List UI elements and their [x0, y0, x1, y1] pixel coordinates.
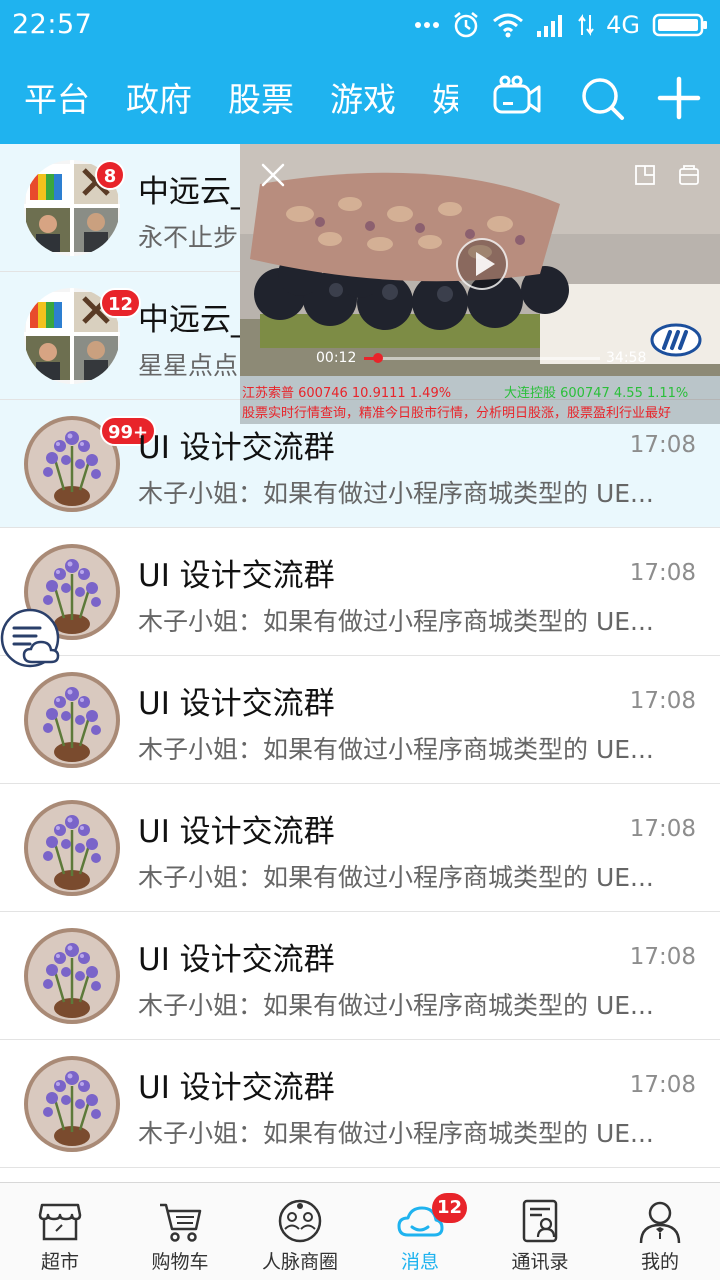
tab-label: 购物车 — [151, 1251, 209, 1273]
nav-tab-government[interactable]: 政府 — [126, 73, 192, 121]
chat-row[interactable]: UI 设计交流群 17:08 木子小姐：如果有做过小程序商城类型的 UE... — [0, 1040, 720, 1168]
wifi-icon — [493, 13, 524, 38]
nav-tab-stocks[interactable]: 股票 — [228, 73, 294, 121]
data-arrows-icon — [578, 14, 594, 36]
profile-icon — [639, 1201, 681, 1244]
chat-time: 17:08 — [629, 560, 696, 586]
status-bar: 22:57 4G — [0, 0, 720, 50]
floating-video-player[interactable]: 00:12 34:58 — [240, 144, 720, 376]
ticker-headline: 股票实时行情查询，精准今日股市行情，分析明日股涨，股票盈利行业最好 — [242, 406, 672, 421]
restore-window-icon[interactable] — [634, 164, 656, 186]
chat-preview: 木子小姐：如果有做过小程序商城类型的 UE... — [138, 991, 654, 1020]
tab-network[interactable]: 人脉商圈 — [240, 1183, 360, 1280]
chat-preview: 木子小姐：如果有做过小程序商城类型的 UE... — [138, 607, 654, 636]
tab-contacts[interactable]: 通讯录 — [480, 1183, 600, 1280]
tab-profile[interactable]: 我的 — [600, 1183, 720, 1280]
chat-name: UI 设计交流群 — [138, 686, 335, 722]
tab-label: 通讯录 — [511, 1251, 569, 1273]
more-dots-icon — [415, 22, 440, 28]
chat-name: 中远云_ — [138, 174, 247, 210]
top-nav: 平台 政府 股票 游戏 娱乐 — [0, 50, 720, 144]
chat-time: 17:08 — [629, 688, 696, 714]
status-icons: 4G — [414, 8, 708, 42]
video-camera-icon[interactable] — [493, 74, 541, 122]
messages-badge: 12 — [432, 1193, 468, 1223]
group-avatar — [24, 1056, 120, 1152]
signal-icon — [537, 15, 563, 37]
nav-tab-games[interactable]: 游戏 — [330, 73, 396, 121]
unread-badge: 8 — [95, 160, 125, 190]
chat-row[interactable]: UI 设计交流群 17:08 木子小姐：如果有做过小程序商城类型的 UE... — [0, 912, 720, 1040]
tab-label: 超市 — [40, 1251, 79, 1273]
group-avatar — [24, 928, 120, 1024]
bottom-tab-bar: 超市 购物车 人脉商圈 12 消息 通讯录 我的 — [0, 1182, 720, 1280]
video-progress-bar[interactable] — [364, 353, 600, 363]
network-icon — [278, 1199, 322, 1243]
chat-name: UI 设计交流群 — [138, 814, 335, 850]
nav-tab-entertainment[interactable]: 娱乐 — [432, 73, 458, 121]
chat-preview: 木子小姐：如果有做过小程序商城类型的 UE... — [138, 1119, 654, 1148]
floating-menu-icon[interactable] — [0, 608, 64, 672]
tab-cart[interactable]: 购物车 — [120, 1183, 240, 1280]
chat-row[interactable]: UI 设计交流群 17:08 木子小姐：如果有做过小程序商城类型的 UE... — [0, 656, 720, 784]
close-icon[interactable] — [258, 160, 288, 190]
unread-badge: 12 — [100, 288, 142, 318]
store-icon — [38, 1203, 82, 1241]
tab-supermarket[interactable]: 超市 — [0, 1183, 120, 1280]
chat-row[interactable]: UI 设计交流群 17:08 木子小姐：如果有做过小程序商城类型的 UE... — [0, 528, 720, 656]
chat-preview: 木子小姐：如果有做过小程序商城类型的 UE... — [138, 863, 654, 892]
chat-preview: 木子小姐：如果有做过小程序商城类型的 UE... — [138, 479, 654, 508]
cart-icon — [160, 1203, 202, 1242]
status-time: 22:57 — [12, 9, 93, 40]
stock-quote-2: 大连控股 600747 4.55 1.11% — [504, 386, 689, 401]
tab-label: 人脉商圈 — [261, 1251, 338, 1273]
chat-name: UI 设计交流群 — [138, 942, 335, 978]
contacts-icon — [522, 1199, 558, 1243]
channel-logo-icon — [650, 323, 702, 357]
stock-quote-1: 江苏索普 600746 10.9111 1.49% — [242, 386, 452, 401]
alarm-icon — [454, 12, 478, 38]
chat-row[interactable]: UI 设计交流群 17:08 木子小姐：如果有做过小程序商城类型的 UE... — [0, 784, 720, 912]
chat-time: 17:08 — [629, 432, 696, 458]
group-avatar — [24, 672, 120, 768]
chat-time: 17:08 — [629, 816, 696, 842]
tab-messages[interactable]: 12 消息 — [360, 1183, 480, 1280]
minimize-window-icon[interactable] — [678, 164, 700, 186]
plus-icon[interactable] — [655, 74, 703, 122]
tab-label: 消息 — [400, 1251, 439, 1273]
chat-name: UI 设计交流群 — [138, 1070, 335, 1106]
chat-time: 17:08 — [629, 944, 696, 970]
battery-icon — [652, 13, 707, 37]
chat-time: 17:08 — [629, 1072, 696, 1098]
search-icon[interactable] — [578, 74, 626, 122]
video-duration: 34:58 — [606, 350, 647, 366]
category-tabs: 平台 政府 股票 游戏 娱乐 — [24, 50, 458, 144]
ticker-quotes: 江苏索普 600746 10.9111 1.49% 大连控股 600747 4.… — [242, 382, 688, 401]
play-icon[interactable] — [456, 238, 508, 290]
chat-name: UI 设计交流群 — [138, 558, 335, 594]
chat-name: UI 设计交流群 — [138, 430, 335, 466]
chat-preview: 木子小姐：如果有做过小程序商城类型的 UE... — [138, 735, 654, 764]
nav-tab-platform[interactable]: 平台 — [24, 73, 90, 121]
chat-name: 中远云_ — [138, 302, 247, 338]
tab-label: 我的 — [640, 1251, 679, 1273]
group-avatar — [24, 800, 120, 896]
video-current-time: 00:12 — [316, 350, 357, 366]
stock-ticker[interactable]: 江苏索普 600746 10.9111 1.49% 大连控股 600747 4.… — [240, 376, 720, 424]
network-label: 4G — [606, 11, 640, 39]
